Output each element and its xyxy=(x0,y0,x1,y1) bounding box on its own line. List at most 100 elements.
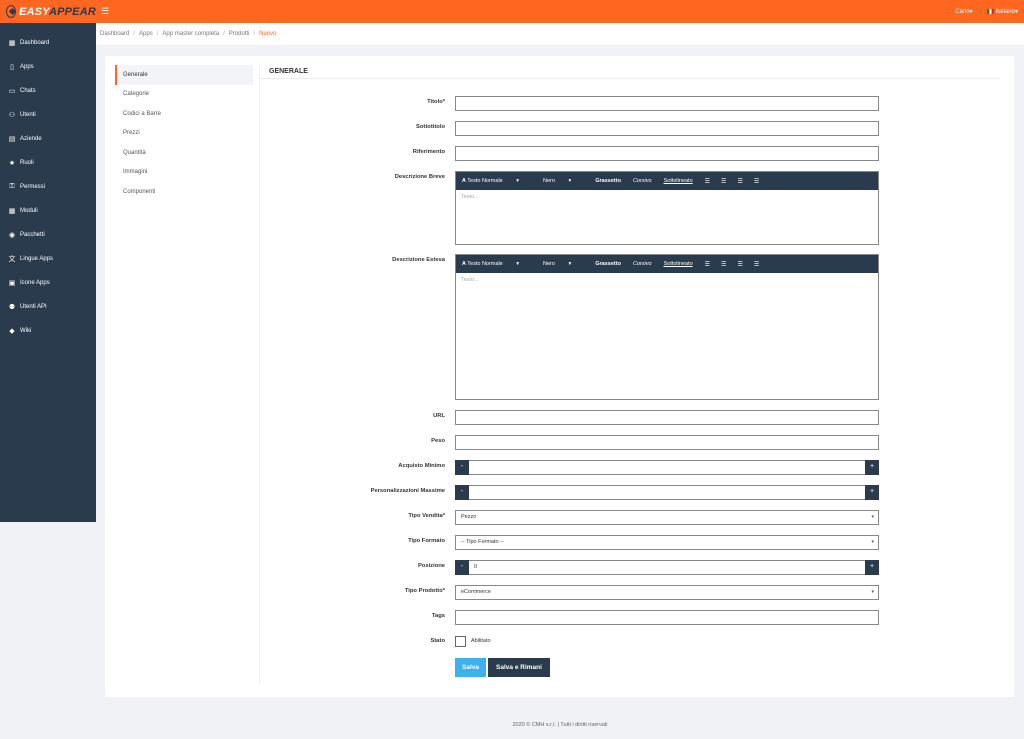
footer: 2020 © CMH s.r.l. | Tutti i diritti rise… xyxy=(512,722,608,728)
tipo-prodotto-select[interactable]: eCommerce ▾ xyxy=(455,585,879,600)
chevron-down-icon: ▾ xyxy=(871,589,874,595)
sidebar: ▦ Dashboard ▯ Apps ▭ Chats ⚇ Utenti ▤ Aziende ★ Ruo… xyxy=(0,23,96,522)
sidebar-item-aziende[interactable]: ▤ Aziende xyxy=(0,127,96,151)
indent-icon[interactable]: ☰ xyxy=(754,178,759,185)
titolo-input[interactable] xyxy=(455,96,879,111)
indent-icon[interactable]: ☰ xyxy=(754,261,759,268)
sidebar-icon: ▣ xyxy=(8,280,16,287)
sidebar-item-label: Moduli xyxy=(20,208,38,214)
sidebar-item-permessi[interactable]: ⚿ Permessi xyxy=(0,175,96,199)
tab-componenti[interactable]: Componenti xyxy=(115,182,253,202)
language-menu[interactable]: Italiano▾ xyxy=(986,8,1018,15)
sidebar-item-icone-apps[interactable]: ▣ Icone Apps xyxy=(0,271,96,295)
url-input[interactable] xyxy=(455,410,879,425)
sidebar-item-label: Ruoli xyxy=(20,160,34,166)
save-button[interactable]: Salva xyxy=(455,658,486,677)
descrizione-breve-textarea[interactable]: Testo... xyxy=(456,190,878,204)
sidebar-item-label: Pacchetti xyxy=(20,232,45,238)
italic-button[interactable]: Corsivo xyxy=(633,178,652,184)
bold-button[interactable]: Grassetto xyxy=(595,261,621,267)
increment-button[interactable]: + xyxy=(865,460,879,475)
descrizione-estesa-textarea[interactable]: Testo... xyxy=(456,273,878,287)
sidebar-item-lingue-apps[interactable]: 文 Lingue Apps xyxy=(0,247,96,271)
sidebar-item-label: Utenti API xyxy=(20,304,47,310)
sidebar-icon: ▯ xyxy=(10,64,14,71)
italic-button[interactable]: Corsivo xyxy=(633,261,652,267)
bullet-list-icon[interactable]: ☰ xyxy=(705,261,710,268)
sidebar-item-utenti-api[interactable]: ⚉ Utenti API xyxy=(0,295,96,319)
user-menu[interactable]: Carlo▾ xyxy=(955,8,972,15)
text-style-dropdown[interactable]: 𝐀 Testo Normale ▾ xyxy=(462,178,531,185)
save-and-stay-button[interactable]: Salva e Rimani xyxy=(488,658,550,677)
numbered-list-icon[interactable]: ☰ xyxy=(721,178,726,185)
posizione-value: 0 xyxy=(474,564,478,570)
acquisto-minimo-label: Acquisto Minimo xyxy=(398,463,445,469)
peso-input[interactable] xyxy=(455,435,879,450)
sidebar-item-moduli[interactable]: ▦ Moduli xyxy=(0,199,96,223)
product-form-card: Generale Categorie Codici a Barre Prezzi Qua… xyxy=(105,56,1014,697)
breadcrumb-separator: / xyxy=(156,31,159,37)
decrement-button[interactable]: - xyxy=(455,460,469,475)
increment-button[interactable]: + xyxy=(865,560,879,575)
menu-icon[interactable]: ☰ xyxy=(101,6,109,17)
descrizione-estesa-label: Descrizione Estesa xyxy=(392,257,445,263)
sidebar-item-utenti[interactable]: ⚇ Utenti xyxy=(0,103,96,127)
breadcrumb-link[interactable]: Apps xyxy=(139,31,153,37)
breadcrumb-link[interactable]: Dashboard xyxy=(100,31,129,37)
underline-button[interactable]: Sottolineato xyxy=(664,261,693,267)
breadcrumb-link[interactable]: Prodotti xyxy=(229,31,250,37)
bold-button[interactable]: Grassetto xyxy=(595,178,621,184)
brand-logo[interactable]: EASYAPPEAR xyxy=(0,0,96,23)
sidebar-item-chats[interactable]: ▭ Chats xyxy=(0,79,96,103)
sidebar-item-label: Apps xyxy=(20,64,34,70)
underline-button[interactable]: Sottolineato xyxy=(664,178,693,184)
decrement-button[interactable]: - xyxy=(455,560,469,575)
sidebar-item-ruoli[interactable]: ★ Ruoli xyxy=(0,151,96,175)
tab-codici-a-barre[interactable]: Codici a Barre xyxy=(115,104,253,124)
tipo-vendita-label: Tipo Vendita* xyxy=(408,513,445,519)
sottotitolo-input[interactable] xyxy=(455,121,879,136)
outdent-icon[interactable]: ☰ xyxy=(737,178,742,185)
tags-input[interactable] xyxy=(455,610,879,625)
sidebar-item-label: Dashboard xyxy=(20,40,50,46)
outdent-icon[interactable]: ☰ xyxy=(737,261,742,268)
increment-button[interactable]: + xyxy=(865,485,879,500)
chevron-down-icon: ▾ xyxy=(871,539,874,545)
editor-toolbar: 𝐀 Testo Normale ▾ Nero ▾ Grassetto Corsi… xyxy=(456,172,878,190)
sidebar-item-dashboard[interactable]: ▦ Dashboard xyxy=(0,31,96,55)
tipo-formato-select[interactable]: -- Tipo Formato -- ▾ xyxy=(455,535,879,550)
tipo-prodotto-label: Tipo Prodotto* xyxy=(404,588,445,594)
sidebar-item-apps[interactable]: ▯ Apps xyxy=(0,55,96,79)
acquisto-minimo-stepper[interactable]: - + xyxy=(455,460,879,475)
sidebar-item-label: Permessi xyxy=(20,184,46,190)
text-color-dropdown[interactable]: Nero ▾ xyxy=(543,261,583,267)
text-color-dropdown[interactable]: Nero ▾ xyxy=(543,178,583,184)
sidebar-icon: 文 xyxy=(8,256,16,263)
sidebar-icon: ◆ xyxy=(9,328,15,335)
sidebar-item-wiki[interactable]: ◆ Wiki xyxy=(0,319,96,343)
sidebar-icon: ◉ xyxy=(8,232,16,239)
top-bar: EASYAPPEAR ☰ Carlo▾ Italiano▾ xyxy=(0,0,1024,23)
sidebar-icon: ▤ xyxy=(8,136,16,143)
breadcrumb-link[interactable]: App master completa xyxy=(162,31,219,37)
sidebar-icon: ▭ xyxy=(8,88,16,95)
breadcrumb-separator: / xyxy=(133,31,136,37)
tipo-vendita-select[interactable]: Pezzo ▾ xyxy=(455,510,879,525)
riferimento-input[interactable] xyxy=(455,146,879,161)
bullet-list-icon[interactable]: ☰ xyxy=(705,178,710,185)
abilitato-checkbox[interactable] xyxy=(455,636,466,647)
sidebar-item-label: Utenti xyxy=(20,112,36,118)
abilitato-label: Abilitato xyxy=(471,638,491,644)
descrizione-breve-label: Descrizione Breve xyxy=(394,174,445,180)
editor-toolbar: 𝐀 Testo Normale ▾ Nero ▾ Grassetto Corsi… xyxy=(456,255,878,273)
tab-generale[interactable]: Generale xyxy=(115,65,253,85)
posizione-stepper[interactable]: - 0 + xyxy=(455,560,879,575)
section-title: GENERALE xyxy=(269,68,308,75)
numbered-list-icon[interactable]: ☰ xyxy=(721,261,726,268)
personalizzazioni-stepper[interactable]: - + xyxy=(455,485,879,500)
sidebar-item-pacchetti[interactable]: ◉ Pacchetti xyxy=(0,223,96,247)
text-style-dropdown[interactable]: 𝐀 Testo Normale ▾ xyxy=(462,261,531,268)
decrement-button[interactable]: - xyxy=(455,485,469,500)
sidebar-item-label: Icone Apps xyxy=(20,280,50,286)
sottotitolo-label: Sottotitolo xyxy=(416,124,445,130)
